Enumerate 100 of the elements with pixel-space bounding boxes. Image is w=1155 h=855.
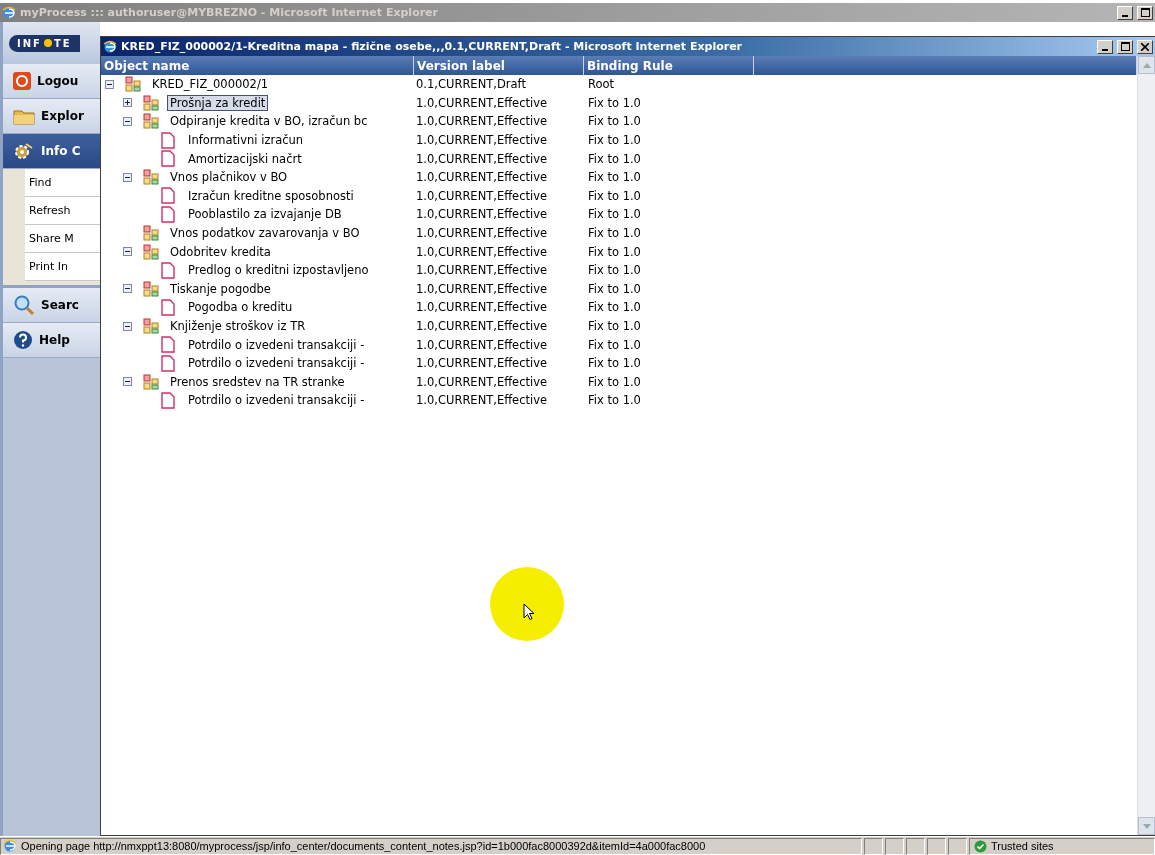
status-pane	[906, 837, 925, 855]
table-cell-text: Fix to 1.0	[587, 374, 642, 389]
browser-icon	[103, 39, 117, 54]
table-cell-text: Fix to 1.0	[587, 337, 642, 352]
submenu-item[interactable]: Refresh	[25, 197, 100, 225]
table-cell-text: 1.0,CURRENT,Effective	[415, 337, 549, 352]
table-cell-text: Fix to 1.0	[587, 356, 642, 371]
minimize-button[interactable]	[1097, 39, 1113, 54]
table-cell-text: 1.0,CURRENT,Effective	[415, 207, 549, 222]
maximize-button[interactable]	[1137, 5, 1153, 20]
document-icon	[161, 187, 175, 205]
submenu-item[interactable]: Print In	[25, 253, 100, 281]
structure-icon	[125, 76, 142, 93]
structure-icon	[143, 243, 160, 260]
column-header[interactable]: Binding Rule	[584, 56, 754, 75]
close-button[interactable]	[1137, 39, 1153, 54]
document-icon	[161, 391, 175, 409]
submenu-item[interactable]: Share M	[25, 225, 100, 253]
maximize-icon	[1120, 42, 1130, 51]
table-cell-text: 1.0,CURRENT,Effective	[415, 151, 549, 166]
tree-item[interactable]: Knjiženje stroškov iz TR	[167, 318, 309, 334]
search-icon	[13, 294, 35, 316]
maximize-button[interactable]	[1117, 39, 1133, 54]
structure-icon	[143, 373, 160, 390]
tree-item[interactable]: Tiskanje pogodbe	[167, 280, 274, 297]
tree-item[interactable]: Potrdilo o izvedeni transakciji -	[185, 355, 368, 372]
status-pane	[927, 837, 946, 855]
status-text: Opening page http://nmxppt13:8080/myprocess/jsp/info_center/documents_content_notes.jsp?id=1b000fac8000392d&itemId=4a000fac8000	[0, 837, 862, 855]
table-cell-text: 0.1,CURRENT,Draft	[415, 77, 527, 92]
column-header[interactable]: Version label	[414, 56, 584, 75]
tree-item[interactable]: Informativni izračun	[185, 132, 307, 149]
tree-item[interactable]: Izračun kreditne sposobnosti	[185, 187, 357, 204]
tree-item[interactable]: Prošnja za kredit	[167, 94, 269, 111]
expand-icon[interactable]	[123, 98, 132, 108]
document-icon	[161, 150, 175, 168]
gear-icon	[13, 142, 35, 160]
table-cell-text: 1.0,CURRENT,Effective	[415, 114, 549, 129]
sidebar-item[interactable]: Info C	[3, 134, 100, 169]
tree-item[interactable]: Potrdilo o izvedeni transakciji -	[185, 336, 368, 353]
window-title: myProcess ::: authoruser@MYBREZNO - Microsoft Internet Explorer	[20, 6, 439, 19]
table-cell-text: 1.0,CURRENT,Effective	[415, 281, 549, 296]
table-cell-text: 1.0,CURRENT,Effective	[415, 393, 549, 408]
collapse-icon[interactable]	[123, 117, 132, 126]
table-cell-text: Fix to 1.0	[587, 393, 642, 408]
document-icon	[161, 261, 175, 279]
collapse-icon[interactable]	[123, 377, 132, 387]
minimize-button[interactable]	[1117, 5, 1133, 20]
tree-item[interactable]: Predlog o kreditni izpostavljeno	[185, 262, 372, 279]
tree-item[interactable]: Odpiranje kredita v BO, izračun bc	[167, 113, 371, 130]
maximize-icon	[1140, 8, 1150, 17]
security-zone: Trusted sites	[969, 837, 1155, 855]
document-icon	[161, 131, 175, 149]
table-cell-text: Fix to 1.0	[587, 133, 642, 148]
tree-item[interactable]: Potrdilo o izvedeni transakciji -	[185, 392, 368, 409]
structure-icon	[143, 169, 160, 186]
minimize-icon	[1102, 48, 1108, 51]
table-cell-text: Fix to 1.0	[587, 170, 642, 185]
dot-icon	[43, 39, 52, 47]
document-icon	[161, 354, 175, 372]
document-icon	[161, 205, 175, 223]
table-cell-text: Fix to 1.0	[587, 188, 642, 203]
sidebar-item[interactable]: Explor	[3, 99, 100, 134]
sidebar-item[interactable]: Logou	[3, 64, 100, 99]
tree-item[interactable]: Pooblastilo za izvajanje DB	[185, 206, 345, 223]
collapse-icon[interactable]	[123, 321, 132, 331]
folder-icon	[13, 107, 35, 125]
table-cell-text: Fix to 1.0	[587, 300, 642, 315]
table-cell-text: 1.0,CURRENT,Effective	[415, 95, 549, 110]
table-cell-text: 1.0,CURRENT,Effective	[415, 356, 549, 371]
collapse-icon[interactable]	[123, 172, 132, 182]
document-icon	[161, 336, 175, 354]
table-cell-text: Fix to 1.0	[587, 226, 642, 241]
table-cell-text: Fix to 1.0	[587, 244, 642, 259]
tree-item[interactable]: Pogodba o kreditu	[185, 299, 296, 316]
tree-item[interactable]: KRED_FIZ_000002/1	[149, 76, 272, 93]
logo: INF TE	[9, 34, 80, 52]
collapse-icon[interactable]	[123, 284, 132, 294]
table-cell-text: 1.0,CURRENT,Effective	[415, 374, 549, 389]
tree-item[interactable]: Vnos plačnikov v BO	[167, 169, 291, 186]
collapse-icon[interactable]	[123, 247, 132, 257]
table-cell-text: Fix to 1.0	[587, 151, 642, 166]
table-cell-text: Fix to 1.0	[587, 263, 642, 278]
tree-item[interactable]: Prenos sredstev na TR stranke	[167, 373, 348, 390]
table-cell-text: 1.0,CURRENT,Effective	[415, 170, 549, 185]
table-cell-text: 1.0,CURRENT,Effective	[415, 244, 549, 259]
table-cell-text: 1.0,CURRENT,Effective	[415, 188, 549, 203]
table-cell-text: 1.0,CURRENT,Effective	[415, 226, 549, 241]
column-header[interactable]: Object name	[101, 56, 414, 75]
status-pane	[885, 837, 904, 855]
tree-item[interactable]: Amortizacijski načrt	[185, 150, 305, 167]
table-cell-text: Root	[587, 77, 616, 92]
minimize-icon	[1122, 14, 1128, 17]
sidebar-item[interactable]: Help	[3, 323, 100, 358]
table-cell-text: Fix to 1.0	[587, 319, 642, 333]
tree-item[interactable]: Vnos podatkov zavarovanja v BO	[167, 225, 363, 242]
tree-item[interactable]: Odobritev kredita	[167, 243, 274, 260]
sidebar-item[interactable]: Searc	[3, 288, 100, 323]
submenu-item[interactable]: Find	[25, 169, 100, 197]
collapse-icon[interactable]	[105, 79, 114, 89]
browser-icon	[2, 5, 16, 20]
